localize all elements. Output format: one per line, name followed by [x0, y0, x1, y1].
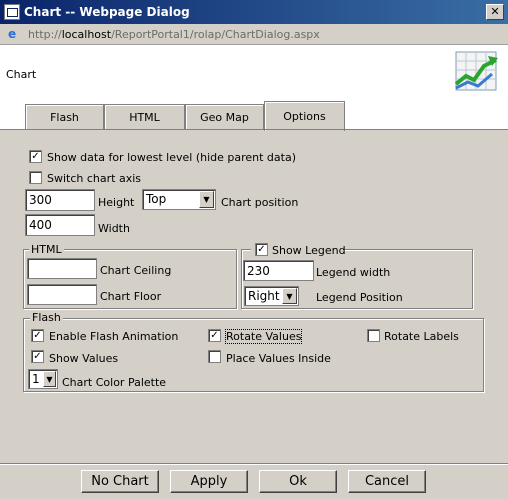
show-values-checkbox[interactable]: ✓: [31, 350, 44, 363]
ok-button[interactable]: Ok: [259, 470, 337, 493]
tab-flash[interactable]: Flash: [25, 104, 104, 129]
show-legend-label: Show Legend: [272, 244, 346, 257]
place-values-inside-checkbox[interactable]: [208, 350, 221, 363]
tab-options[interactable]: Options: [264, 101, 345, 131]
switch-axis-label: Switch chart axis: [47, 172, 141, 185]
color-palette-label: Chart Color Palette: [62, 376, 167, 389]
apply-button[interactable]: Apply: [170, 470, 248, 493]
enable-flash-animation-label: Enable Flash Animation: [49, 330, 179, 343]
window-title: Chart -- Webpage Dialog: [24, 5, 190, 19]
chart-floor-label: Chart Floor: [100, 290, 162, 303]
width-label: Width: [98, 222, 130, 235]
show-values-label: Show Values: [49, 352, 119, 365]
footer-divider: [0, 463, 508, 464]
dialog-app-icon: [4, 4, 20, 20]
show-legend-checkbox[interactable]: ✓: [255, 243, 268, 256]
chart-ceiling-label: Chart Ceiling: [100, 264, 172, 277]
address-bar: e http://localhost/ReportPortal1/rolap/C…: [0, 24, 508, 45]
page-title: Chart: [6, 68, 37, 81]
legend-width-input[interactable]: 230: [243, 260, 314, 281]
chart-floor-input[interactable]: [27, 284, 97, 305]
chevron-down-icon[interactable]: ▼: [282, 288, 297, 304]
tab-html[interactable]: HTML: [104, 104, 185, 129]
rotate-values-label: Rotate Values: [224, 329, 303, 344]
show-lowest-level-checkbox[interactable]: ✓: [29, 150, 42, 163]
tab-panel-border: [0, 129, 508, 130]
html-group-legend: HTML: [29, 243, 64, 256]
rotate-values-checkbox[interactable]: ✓: [208, 329, 221, 342]
ie-icon: e: [8, 27, 17, 41]
legend-width-label: Legend width: [316, 266, 391, 279]
rotate-labels-label: Rotate Labels: [384, 330, 459, 343]
color-palette-value: 1: [32, 372, 40, 386]
height-label: Height: [98, 196, 135, 209]
height-input[interactable]: 300: [25, 189, 95, 211]
place-values-inside-label: Place Values Inside: [226, 352, 331, 365]
close-button[interactable]: ✕: [486, 4, 504, 20]
chevron-down-icon[interactable]: ▼: [43, 371, 56, 387]
rotate-labels-checkbox[interactable]: [367, 329, 380, 342]
chart-position-value: Top: [146, 192, 167, 206]
page-url: http://localhost/ReportPortal1/rolap/Cha…: [28, 28, 320, 41]
no-chart-button[interactable]: No Chart: [81, 470, 159, 493]
chart-ceiling-input[interactable]: [27, 258, 97, 279]
tab-geo-map[interactable]: Geo Map: [185, 104, 264, 129]
legend-position-label: Legend Position: [316, 291, 403, 304]
legend-position-value: Right: [248, 289, 280, 303]
chevron-down-icon[interactable]: ▼: [199, 191, 214, 208]
enable-flash-animation-checkbox[interactable]: ✓: [31, 329, 44, 342]
cancel-button[interactable]: Cancel: [348, 470, 426, 493]
color-palette-select[interactable]: 1 ▼: [28, 369, 58, 389]
chart-logo-icon: [454, 51, 498, 91]
switch-axis-checkbox[interactable]: [29, 171, 42, 184]
chart-position-label: Chart position: [221, 196, 299, 209]
flash-group-legend: Flash: [30, 311, 63, 324]
legend-position-select[interactable]: Right ▼: [244, 286, 299, 306]
dialog-window: Chart -- Webpage Dialog ✕ e http://local…: [0, 0, 508, 499]
width-input[interactable]: 400: [25, 214, 95, 236]
chart-position-select[interactable]: Top ▼: [142, 189, 216, 210]
show-lowest-level-label: Show data for lowest level (hide parent …: [47, 151, 297, 164]
title-bar: Chart -- Webpage Dialog ✕: [0, 0, 508, 24]
